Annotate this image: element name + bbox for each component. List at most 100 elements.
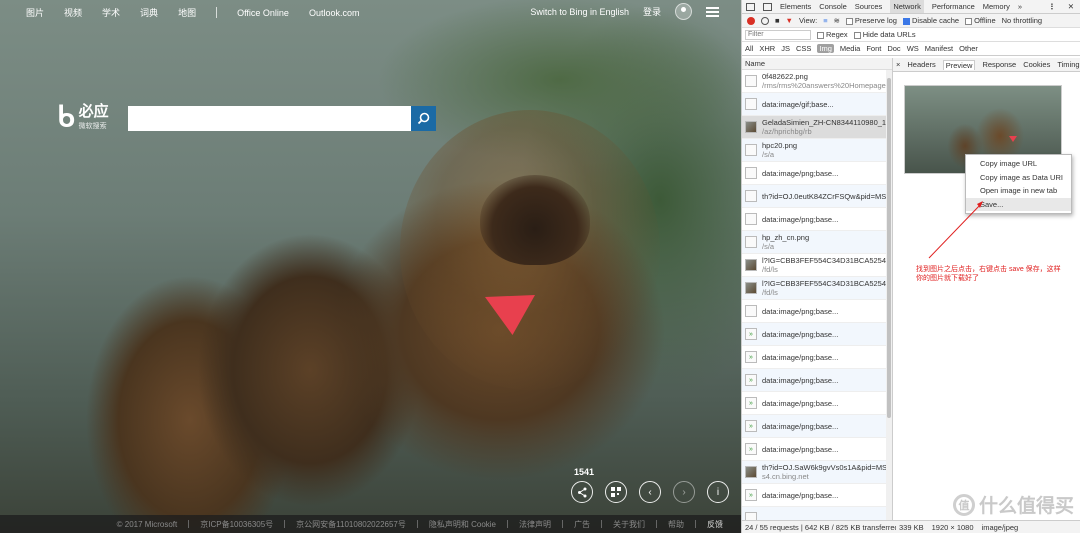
request-row[interactable]: » data:image/png;base... (742, 369, 892, 392)
tab-performance[interactable]: Performance (932, 2, 975, 11)
tab-timing[interactable]: Timing (1057, 60, 1079, 69)
request-row[interactable]: th?id=OJ.SaW6k9gvVs0s1A&pid=MSNJVFes4.cn… (742, 461, 892, 484)
request-row[interactable]: 0f482622.png/rms/rms%20answers%20Homepag… (742, 70, 892, 93)
nav-dictionary[interactable]: 词典 (140, 6, 158, 19)
request-row[interactable]: data:image/png;base... (742, 208, 892, 231)
link-outlook[interactable]: Outlook.com (309, 8, 360, 18)
qr-code-button[interactable] (605, 481, 627, 503)
footer-police[interactable]: 京公网安备11010802022657号 (296, 519, 406, 530)
type-img[interactable]: Img (817, 44, 834, 53)
request-row[interactable]: data:image/gif;base... (742, 93, 892, 116)
offline-label: Offline (974, 16, 996, 25)
tab-network[interactable]: Network (890, 0, 924, 13)
type-manifest[interactable]: Manifest (925, 44, 953, 53)
share-button[interactable] (571, 481, 593, 503)
filter-input[interactable] (745, 29, 811, 40)
link-office-online[interactable]: Office Online (237, 8, 289, 18)
footer-feedback[interactable]: 反馈 (707, 519, 723, 530)
request-name: th?id=OJ.0eutK84ZCrFSQw&pid=MSNJVFe (762, 192, 892, 201)
nav-images[interactable]: 图片 (26, 6, 44, 19)
switch-language-link[interactable]: Switch to Bing in English (530, 7, 629, 17)
resource-arrow-icon: » (745, 489, 757, 501)
close-devtools-icon[interactable]: ✕ (1068, 2, 1080, 11)
menu-copy-image-data-uri[interactable]: Copy image as Data URI (966, 171, 1071, 185)
footer-about[interactable]: 关于我们 (613, 519, 645, 530)
disable-cache-checkbox[interactable]: Disable cache (902, 16, 959, 25)
menu-icon[interactable] (706, 6, 719, 17)
request-row[interactable]: GeladaSimien_ZH-CN8344110980_1920x10/az/… (742, 116, 892, 139)
request-row[interactable]: » data:image/png;base... (742, 346, 892, 369)
more-tabs-button[interactable]: » (1018, 2, 1022, 11)
footer-legal[interactable]: 法律声明 (519, 519, 551, 530)
request-row[interactable]: data:image/png;base... (742, 162, 892, 185)
overview-icon[interactable]: ≋ (834, 16, 840, 25)
request-row[interactable]: » data:image/png;base... (742, 415, 892, 438)
tab-sources[interactable]: Sources (855, 2, 883, 11)
camera-icon[interactable]: ■ (775, 16, 780, 25)
tab-response[interactable]: Response (982, 60, 1016, 69)
offline-checkbox[interactable]: Offline (965, 16, 996, 25)
type-ws[interactable]: WS (907, 44, 919, 53)
footer-help[interactable]: 帮助 (668, 519, 684, 530)
type-all[interactable]: All (745, 44, 753, 53)
nav-videos[interactable]: 视频 (64, 6, 82, 19)
nav-academic[interactable]: 学术 (102, 6, 120, 19)
footer-privacy[interactable]: 隐私声明和 Cookie (429, 519, 496, 530)
request-row[interactable]: » data:image/png;base... (742, 438, 892, 461)
request-name: th?id=OJ.SaW6k9gvVs0s1A&pid=MSNJVFes4.cn… (762, 463, 892, 481)
footer-icp[interactable]: 京ICP备10036305号 (200, 519, 273, 530)
menu-copy-image-url[interactable]: Copy image URL (966, 157, 1071, 171)
image-info-button[interactable]: i (707, 481, 729, 503)
preserve-log-checkbox[interactable]: Preserve log (845, 16, 897, 25)
regex-checkbox[interactable]: Regex (817, 30, 848, 39)
record-icon[interactable] (747, 16, 755, 25)
close-detail-icon[interactable]: × (896, 60, 900, 69)
request-row[interactable] (742, 507, 892, 520)
throttling-select[interactable]: No throttling (1002, 16, 1042, 25)
avatar-icon[interactable] (675, 3, 692, 20)
tab-cookies[interactable]: Cookies (1023, 60, 1050, 69)
bing-logo[interactable]: ᑲ 必应 微软搜索 (57, 104, 109, 132)
nav-maps[interactable]: 地图 (178, 6, 196, 19)
large-rows-icon[interactable]: ≡ (823, 16, 827, 25)
inspect-icon[interactable] (746, 2, 755, 11)
request-file: th?id=OJ.0eutK84ZCrFSQw&pid=MSNJVFe (762, 191, 892, 201)
type-xhr[interactable]: XHR (759, 44, 775, 53)
kebab-menu-icon[interactable]: ⋮ (1048, 2, 1060, 11)
device-toolbar-icon[interactable] (763, 2, 772, 11)
hide-data-urls-checkbox[interactable]: Hide data URLs (853, 30, 916, 39)
request-list-scrollbar[interactable] (886, 70, 892, 520)
request-row[interactable]: hp_zh_cn.png/s/a (742, 231, 892, 254)
type-doc[interactable]: Doc (887, 44, 900, 53)
request-row[interactable]: hpc20.png/s/a (742, 139, 892, 162)
menu-open-image-new-tab[interactable]: Open image in new tab (966, 184, 1071, 198)
previous-image-button[interactable]: ‹ (639, 481, 661, 503)
type-css[interactable]: CSS (796, 44, 811, 53)
request-row[interactable]: » data:image/png;base... (742, 484, 892, 507)
type-media[interactable]: Media (840, 44, 860, 53)
request-row[interactable]: th?id=OJ.0eutK84ZCrFSQw&pid=MSNJVFe (742, 185, 892, 208)
tab-memory[interactable]: Memory (983, 2, 1010, 11)
search-input[interactable] (128, 106, 411, 131)
next-image-button[interactable]: › (673, 481, 695, 503)
tab-headers[interactable]: Headers (907, 60, 935, 69)
tab-console[interactable]: Console (819, 2, 847, 11)
request-row[interactable]: » data:image/png;base... (742, 392, 892, 415)
type-font[interactable]: Font (866, 44, 881, 53)
search-button[interactable] (411, 106, 436, 131)
type-other[interactable]: Other (959, 44, 978, 53)
tab-elements[interactable]: Elements (780, 2, 811, 11)
footer-ads[interactable]: 广告 (574, 519, 590, 530)
clear-icon[interactable] (761, 16, 769, 25)
request-row[interactable]: l?IG=CBB3FEF554C34D31BCA525465C415€/fd/l… (742, 277, 892, 300)
request-file: data:image/png;base... (762, 306, 839, 316)
login-link[interactable]: 登录 (643, 5, 661, 18)
request-name: l?IG=CBB3FEF554C34D31BCA525465C415€/fd/l… (762, 256, 892, 274)
name-column-header[interactable]: Name (742, 58, 892, 70)
filter-icon[interactable]: ▼ (786, 16, 793, 25)
request-row[interactable]: l?IG=CBB3FEF554C34D31BCA525465C415€/fd/l… (742, 254, 892, 277)
tab-preview[interactable]: Preview (942, 59, 976, 70)
request-row[interactable]: » data:image/png;base... (742, 323, 892, 346)
type-js[interactable]: JS (781, 44, 790, 53)
request-row[interactable]: data:image/png;base... (742, 300, 892, 323)
